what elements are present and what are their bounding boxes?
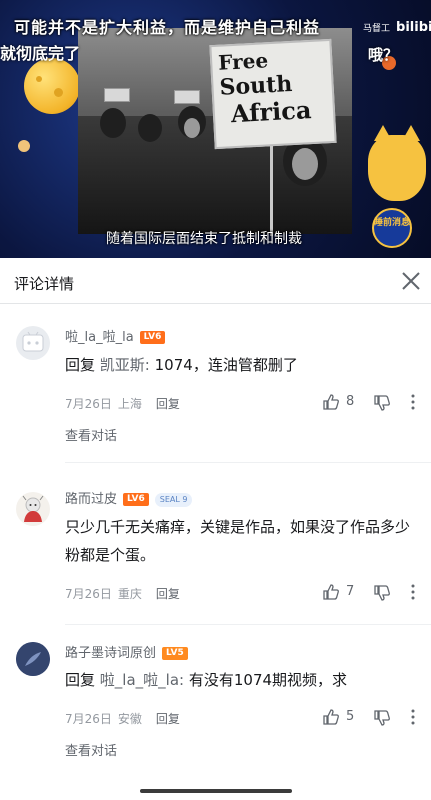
subtitle-right: 哦？	[368, 46, 399, 64]
avatar[interactable]	[16, 492, 50, 526]
subtitle-top: 可能并不是扩大利益，而是维护自己利益	[14, 18, 321, 37]
level-badge: LV6	[139, 331, 166, 344]
cat-mascot	[368, 125, 426, 201]
video-player[interactable]: Free South Africa 可能并不是扩大利益，而是维护自己利益 就彻底…	[0, 0, 431, 258]
sign-text: South	[218, 70, 293, 101]
close-icon[interactable]	[398, 268, 424, 294]
comment-date: 7月26日	[65, 587, 112, 601]
comment-item: 路而过皮 LV6 SEAL 9 只少几千无关痛痒，关键是作品，如果没了作品多少粉都是…	[0, 478, 431, 628]
thumbs-up-icon[interactable]	[322, 708, 340, 726]
ink-avatar-icon	[16, 642, 50, 676]
more-options-icon[interactable]	[408, 708, 418, 726]
comment-meta: 7月26日 上海 回复	[65, 395, 180, 412]
thumbs-down-icon[interactable]	[373, 709, 391, 727]
watermark: 马督工 bilibili	[363, 20, 431, 35]
subtitle-bottom: 随着国际层面结束了抵制和制裁	[106, 231, 302, 247]
person-face	[184, 118, 200, 138]
protest-sign: Free South Africa	[209, 38, 337, 150]
view-conversation-link[interactable]: 查看对话	[65, 425, 117, 444]
comment-meta: 7月26日 安徽 回复	[65, 710, 180, 727]
view-conversation-link[interactable]: 查看对话	[65, 740, 117, 759]
comment-text: 只少几千无关痛痒，关键是作品，如果没了作品多少粉都是个蛋。	[65, 518, 411, 564]
comment-date: 7月26日	[65, 712, 112, 726]
moon-decoration	[24, 58, 80, 114]
reply-button[interactable]: 回复	[156, 587, 180, 601]
reply-button[interactable]: 回复	[156, 712, 180, 726]
comment-text: 回复 凯亚斯: 1074，连油管都删了	[65, 351, 415, 379]
reply-prefix: 回复	[65, 356, 96, 374]
thumbs-down-icon[interactable]	[373, 394, 391, 412]
planet-decoration-small	[18, 140, 30, 152]
page-title: 评论详情	[14, 275, 75, 293]
comment-location: 重庆	[117, 587, 142, 601]
divider	[65, 462, 431, 463]
comment-detail-header: 评论详情	[0, 258, 431, 304]
reply-to-user[interactable]: 啦_la_啦_la:	[100, 671, 184, 689]
username[interactable]: 啦_la_啦_la LV6	[65, 326, 166, 345]
reply-to-user[interactable]: 凯亚斯:	[100, 356, 150, 374]
thumbs-down-icon[interactable]	[373, 584, 391, 602]
sign-text: Free	[217, 48, 269, 75]
protest-sign-small	[174, 90, 200, 104]
seal-badge: SEAL 9	[154, 492, 193, 507]
like-count: 5	[346, 709, 355, 724]
person-face	[292, 148, 318, 180]
comment-item: 路子墨诗词原创 LV5 回复 啦_la_啦_la: 有没有1074期视频，求 7月…	[0, 636, 431, 786]
comment-actions: 5	[322, 708, 422, 728]
username-text[interactable]: 路子墨诗词原创	[65, 646, 156, 661]
default-avatar-icon	[22, 331, 44, 352]
comment-text: 回复 啦_la_啦_la: 有没有1074期视频，求	[65, 666, 415, 694]
protest-sign-small	[104, 88, 130, 102]
avatar[interactable]	[16, 326, 50, 360]
person-head	[100, 108, 126, 138]
comment-body: 有没有1074期视频，求	[188, 671, 348, 689]
username-text[interactable]: 路而过皮	[65, 492, 117, 507]
sign-pole	[270, 144, 273, 236]
comment-actions: 8	[322, 393, 422, 413]
subtitle-top-line2: 就彻底完了	[0, 44, 81, 63]
channel-badge-logo: 睡前消息	[372, 208, 412, 248]
comment-actions: 7	[322, 583, 422, 603]
reply-button[interactable]: 回复	[156, 397, 180, 411]
username-text[interactable]: 啦_la_啦_la	[65, 330, 134, 345]
video-frame-photo: Free South Africa	[78, 28, 352, 236]
thumbs-up-icon[interactable]	[322, 393, 340, 411]
more-options-icon[interactable]	[408, 393, 418, 411]
sign-text: Africa	[230, 95, 313, 129]
comment-location: 安徽	[117, 712, 142, 726]
anime-avatar-icon	[22, 495, 44, 522]
reply-prefix: 回复	[65, 671, 96, 689]
comment-item: 啦_la_啦_la LV6 回复 凯亚斯: 1074，连油管都删了 7月26日 上海…	[0, 318, 431, 463]
thumbs-up-icon[interactable]	[322, 583, 340, 601]
level-badge: LV6	[123, 493, 149, 506]
like-count: 8	[346, 394, 355, 409]
like-count: 7	[346, 584, 355, 599]
comment-body: 1074，连油管都删了	[154, 356, 298, 374]
more-options-icon[interactable]	[408, 583, 418, 601]
comment-meta: 7月26日 重庆 回复	[65, 585, 180, 602]
level-badge: LV5	[162, 647, 188, 660]
username[interactable]: 路而过皮 LV6 SEAL 9	[65, 488, 193, 507]
bilibili-logo: bilibili	[396, 20, 431, 35]
divider	[65, 624, 431, 625]
home-indicator[interactable]	[140, 789, 292, 793]
username[interactable]: 路子墨诗词原创 LV5	[65, 642, 188, 661]
comment-location: 上海	[117, 397, 142, 411]
comment-date: 7月26日	[65, 397, 112, 411]
person-head	[138, 114, 162, 142]
watermark-author: 马督工	[363, 24, 391, 34]
avatar[interactable]	[16, 642, 50, 676]
